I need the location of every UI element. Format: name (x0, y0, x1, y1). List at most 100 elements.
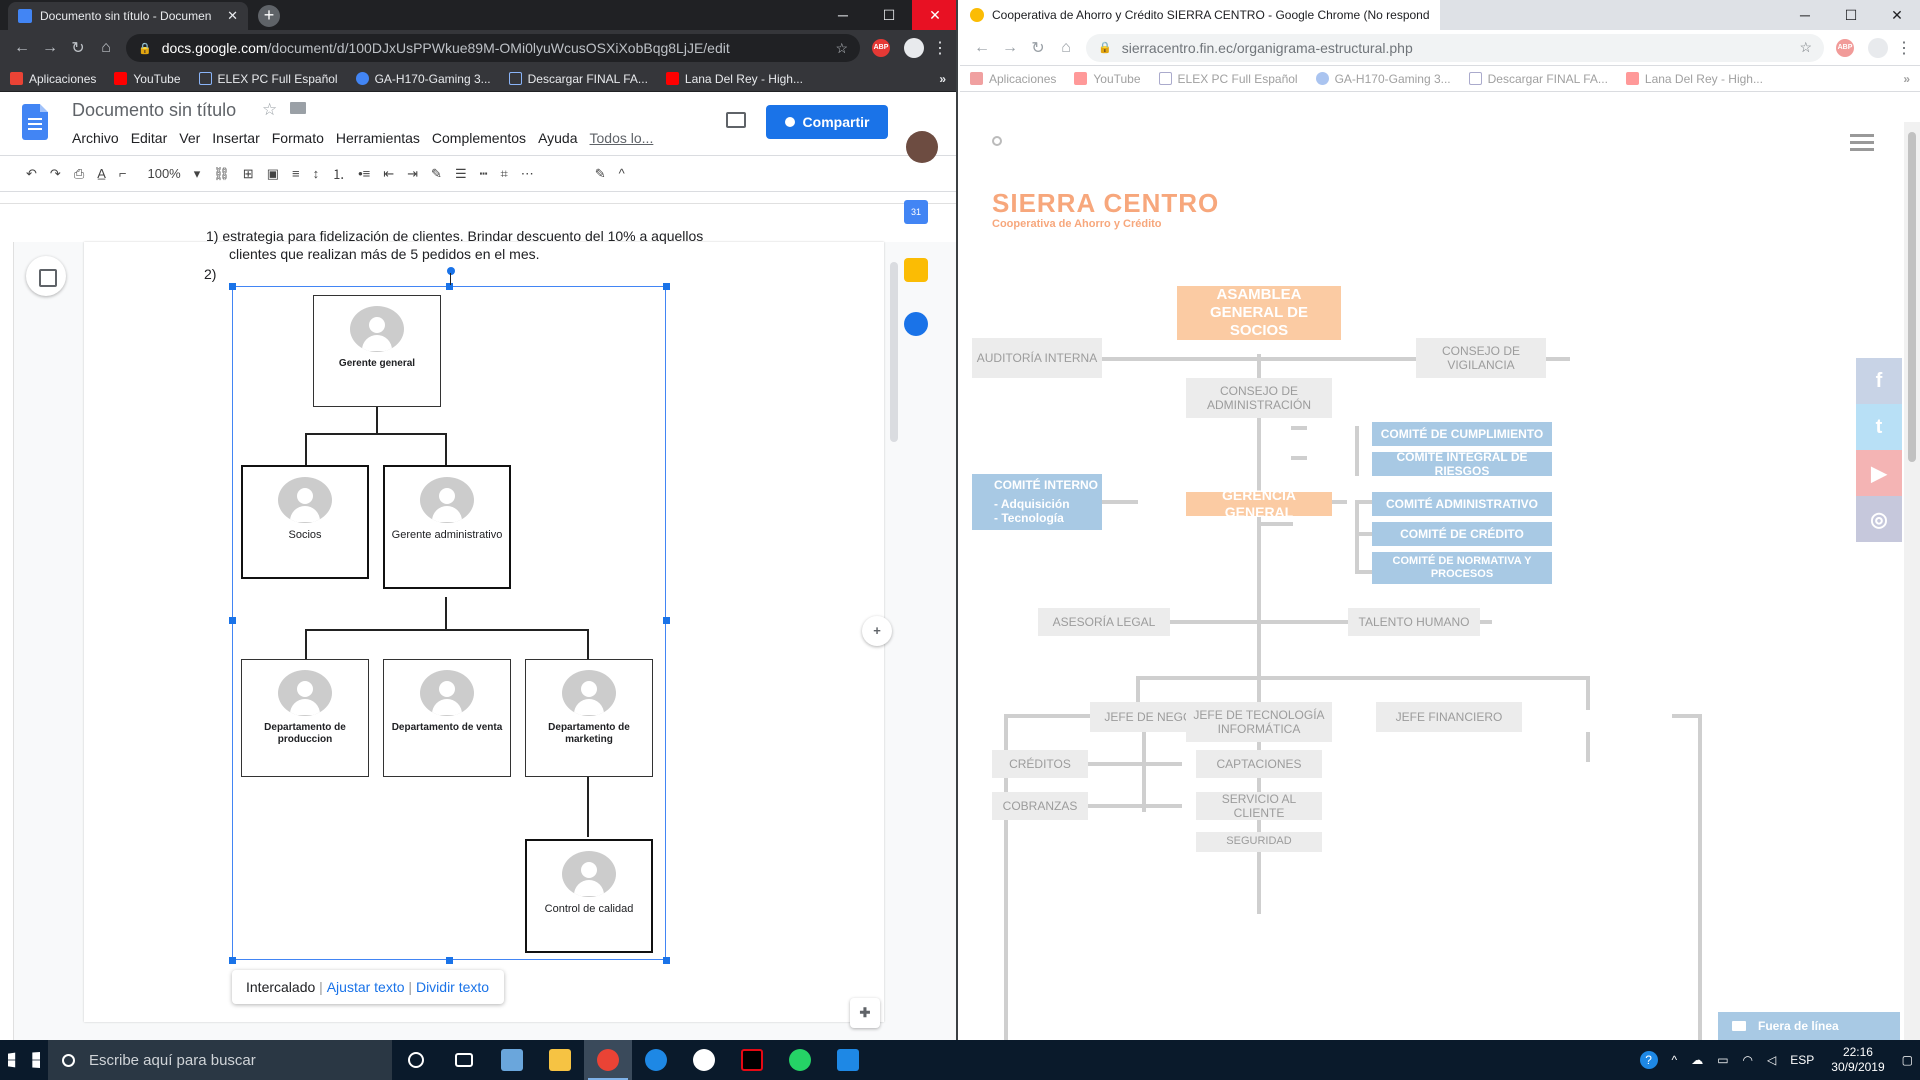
pen-icon[interactable]: ✎ (431, 166, 442, 182)
tasks-icon[interactable] (904, 312, 928, 336)
chevron-up-icon[interactable]: ^ (1672, 1053, 1678, 1067)
explore-button[interactable]: ✚ (850, 998, 880, 1028)
node-gerente-administrativo[interactable]: Gerente administrativo (383, 465, 511, 589)
avatar[interactable] (906, 131, 938, 163)
add-comment-icon[interactable]: ⊞ (243, 166, 254, 182)
scrollbar[interactable] (890, 262, 898, 442)
chat-offline-bar[interactable]: Fuera de línea (1718, 1012, 1900, 1040)
bookmark-descargar[interactable]: Descargar FINAL FA... (1468, 72, 1608, 86)
reload-icon[interactable]: ↻ (1024, 38, 1052, 58)
profile-icon[interactable] (904, 38, 924, 58)
address-bar[interactable]: 🔒 docs.google.com/document/d/100DJxUsPPW… (126, 34, 860, 62)
document-title[interactable]: Documento sin título (72, 100, 236, 121)
home-icon[interactable]: ⌂ (92, 39, 120, 57)
bookmark-gigabyte[interactable]: GA-H170-Gaming 3... (1315, 72, 1451, 86)
twitter-icon[interactable]: t (1856, 404, 1902, 450)
node-jefe-tecnologia[interactable]: JEFE DE TECNOLOGÍA INFORMÁTICA (1186, 702, 1332, 742)
node-departamento-produccion[interactable]: Departamento de produccion (241, 659, 369, 777)
decrease-indent-icon[interactable]: ⇤ (383, 166, 394, 182)
node-seguridad[interactable]: SEGURIDAD (1196, 832, 1322, 852)
resize-handle[interactable] (446, 957, 453, 964)
chrome-taskbar-icon[interactable] (584, 1040, 632, 1080)
numbered-list-icon[interactable]: ⒈ (332, 164, 345, 183)
youtube-icon[interactable]: ▶ (1856, 450, 1902, 496)
node-comite-credito[interactable]: COMITÉ DE CRÉDITO (1372, 522, 1552, 546)
close-window-button[interactable]: ✕ (1874, 0, 1920, 30)
wrap-text-option[interactable]: Ajustar texto (327, 979, 405, 995)
minimize-button[interactable]: ─ (820, 0, 866, 30)
bookmark-lana[interactable]: Lana Del Rey - High... (1625, 72, 1763, 86)
folder-icon[interactable] (290, 102, 306, 114)
increase-indent-icon[interactable]: ⇥ (407, 166, 418, 182)
node-control-calidad[interactable]: Control de calidad (525, 839, 653, 953)
node-comite-interno[interactable]: COMITÉ INTERNO - Adquisición - Tecnologí… (972, 474, 1102, 530)
app-icon[interactable] (488, 1040, 536, 1080)
node-jefe-financiero[interactable]: JEFE FINANCIERO (1376, 702, 1522, 732)
maximize-button[interactable]: ☐ (866, 0, 912, 30)
whatsapp-icon[interactable] (776, 1040, 824, 1080)
collapse-icon[interactable]: ^ (619, 166, 625, 181)
rotate-handle[interactable] (447, 267, 455, 275)
bookmark-elex[interactable]: ELEX PC Full Español (198, 72, 338, 86)
node-departamento-venta[interactable]: Departamento de venta (383, 659, 511, 777)
home-icon[interactable]: ⌂ (1052, 39, 1080, 57)
break-text-option[interactable]: Dividir texto (416, 979, 489, 995)
clock[interactable]: 22:16 30/9/2019 (1831, 1045, 1884, 1075)
resize-handle[interactable] (229, 617, 236, 624)
back-icon[interactable]: ← (968, 39, 996, 57)
more-bookmarks-icon[interactable]: » (1903, 72, 1910, 86)
node-comite-administrativo[interactable]: COMITÉ ADMINISTRATIVO (1372, 492, 1552, 516)
wrap-inline-option[interactable]: Intercalado (246, 979, 315, 995)
crop-icon[interactable]: ⌗ (500, 166, 507, 182)
node-cobranzas[interactable]: COBRANZAS (992, 792, 1088, 820)
chrome-menu-icon[interactable]: ⋮ (1896, 38, 1912, 58)
bookmark-gigabyte[interactable]: GA-H170-Gaming 3... (355, 72, 491, 86)
help-icon[interactable]: ? (1639, 1051, 1658, 1069)
edge-icon[interactable] (632, 1040, 680, 1080)
line-dash-icon[interactable]: ┅ (480, 166, 488, 182)
org-drawing[interactable]: Gerente general Socios Gerente administr… (229, 267, 670, 964)
menu-herramientas[interactable]: Herramientas (336, 130, 420, 146)
keep-icon[interactable] (904, 258, 928, 282)
vscode-icon[interactable] (824, 1040, 872, 1080)
node-captaciones[interactable]: CAPTACIONES (1196, 750, 1322, 778)
bulleted-list-icon[interactable]: •≡ (358, 166, 370, 181)
calendar-icon[interactable]: 31 (904, 200, 928, 224)
node-comite-cumplimiento[interactable]: COMITÉ DE CUMPLIMIENTO (1372, 422, 1552, 446)
menu-archivo[interactable]: Archivo (72, 130, 119, 146)
maximize-button[interactable]: ☐ (1828, 0, 1874, 30)
profile-icon[interactable] (1868, 37, 1888, 58)
page-scrollbar[interactable] (1904, 122, 1920, 1040)
node-comite-normativa[interactable]: COMITÉ DE NORMATIVA Y PROCESOS (1372, 552, 1552, 584)
forward-icon[interactable]: → (36, 39, 64, 57)
taskbar-search[interactable]: Escribe aquí para buscar (48, 1040, 392, 1080)
bookmark-elex[interactable]: ELEX PC Full Español (1158, 72, 1298, 86)
bookmark-youtube[interactable]: YouTube (114, 72, 181, 86)
node-talento-humano[interactable]: TALENTO HUMANO (1348, 608, 1480, 636)
node-auditoria-interna[interactable]: AUDITORÍA INTERNA (972, 338, 1102, 378)
volume-icon[interactable]: ◁ (1767, 1053, 1776, 1067)
chrome-menu-icon[interactable]: ⋮ (932, 38, 948, 58)
node-comite-riesgos[interactable]: COMITÉ INTEGRAL DE RIESGOS (1372, 450, 1552, 478)
redo-icon[interactable]: ↷ (50, 166, 61, 182)
bookmark-lana[interactable]: Lana Del Rey - High... (665, 72, 803, 86)
line-weight-icon[interactable]: ☰ (455, 166, 467, 182)
resize-handle[interactable] (663, 617, 670, 624)
outline-button[interactable] (26, 256, 66, 296)
link-icon[interactable]: ⛓ (213, 166, 230, 182)
adblock-icon[interactable]: ABP (1836, 38, 1854, 57)
forward-icon[interactable]: → (996, 39, 1024, 57)
close-window-button[interactable]: ✕ (912, 0, 956, 30)
more-icon[interactable]: ⋯ (521, 166, 534, 182)
wifi-icon[interactable]: ◠ (1743, 1053, 1753, 1067)
cloud-icon[interactable]: ☁ (1691, 1053, 1703, 1067)
share-button[interactable]: Compartir (766, 105, 888, 139)
resize-handle[interactable] (229, 283, 236, 290)
node-asesoria-legal[interactable]: ASESORÍA LEGAL (1038, 608, 1170, 636)
node-gerente-general[interactable]: Gerente general (313, 295, 441, 407)
bookmark-star-icon[interactable]: ☆ (1799, 39, 1812, 56)
bookmark-descargar[interactable]: Descargar FINAL FA... (508, 72, 648, 86)
task-view-icon[interactable] (440, 1040, 488, 1080)
start-button[interactable] (0, 1040, 48, 1080)
resize-handle[interactable] (663, 283, 670, 290)
